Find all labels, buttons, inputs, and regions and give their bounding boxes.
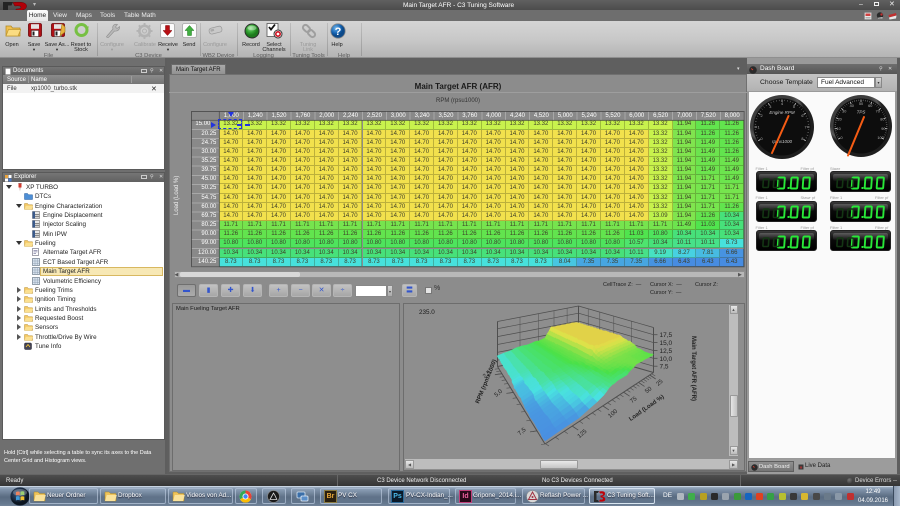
svg-text:0: 0 <box>760 137 762 141</box>
svg-text:17,5: 17,5 <box>660 332 673 339</box>
svg-text:75: 75 <box>629 396 638 405</box>
svg-text:5,0: 5,0 <box>494 388 505 398</box>
svg-text:40: 40 <box>850 104 854 108</box>
svg-text:100: 100 <box>607 408 619 419</box>
svg-text:RPM (rpmx1000): RPM (rpmx1000) <box>475 359 498 405</box>
svg-text:60: 60 <box>868 104 872 108</box>
svg-text:100: 100 <box>877 136 883 140</box>
svg-text:10: 10 <box>836 127 840 131</box>
svg-text:25: 25 <box>656 378 665 387</box>
svg-text:80: 80 <box>880 118 884 122</box>
svg-text:8: 8 <box>801 137 803 141</box>
svg-text:20: 20 <box>837 118 841 122</box>
svg-text:90: 90 <box>881 127 885 131</box>
svg-text:125: 125 <box>577 428 589 439</box>
svg-text:2: 2 <box>760 114 762 118</box>
svg-text:7,5: 7,5 <box>517 427 528 437</box>
svg-text:1: 1 <box>757 126 759 130</box>
svg-text:Engine RPM: Engine RPM <box>769 110 795 115</box>
svg-text:rpmx1000: rpmx1000 <box>771 139 792 144</box>
svg-text:TPS: TPS <box>857 110 866 115</box>
svg-text:30: 30 <box>842 109 846 113</box>
svg-text:7,5: 7,5 <box>660 364 669 371</box>
svg-text:50: 50 <box>644 386 653 395</box>
svg-text:?: ? <box>335 26 342 38</box>
svg-text:0: 0 <box>840 136 842 140</box>
svg-text:15,0: 15,0 <box>660 340 673 347</box>
svg-text:4: 4 <box>780 102 782 106</box>
svg-text:12,5: 12,5 <box>660 348 673 355</box>
svg-text:7: 7 <box>804 126 806 130</box>
svg-text:6: 6 <box>801 114 803 118</box>
svg-text:3: 3 <box>769 105 771 109</box>
svg-text:Main Target AFR (AFR): Main Target AFR (AFR) <box>690 336 696 401</box>
svg-text:5: 5 <box>792 105 794 109</box>
svg-text:50: 50 <box>859 102 863 106</box>
svg-text:10,0: 10,0 <box>660 356 673 363</box>
svg-text:70: 70 <box>876 109 880 113</box>
